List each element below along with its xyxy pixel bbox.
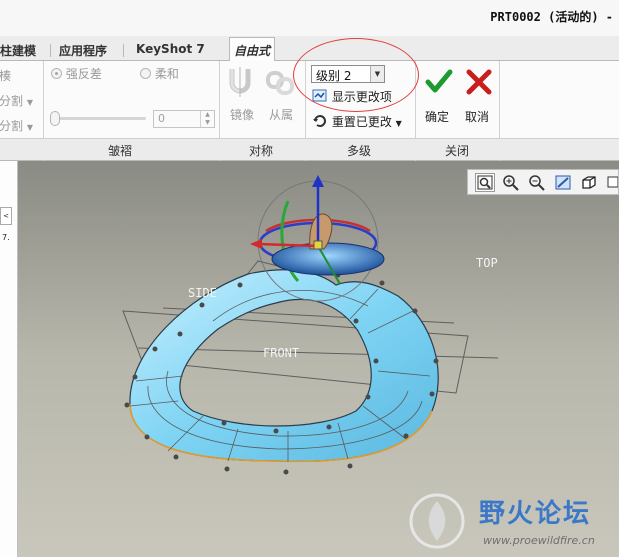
radio-strong-label: 强反差: [65, 67, 102, 81]
title-bar: PRT0002 (活动的) -: [0, 0, 619, 36]
tab-applications[interactable]: 应用程序: [55, 40, 111, 60]
display-style-icon: [582, 176, 596, 189]
reset-changes-icon: [313, 115, 326, 127]
zoom-fit-icon: [477, 175, 493, 190]
chevron-down-icon[interactable]: ▼: [370, 66, 384, 82]
multilevel-group-label: 多级: [347, 144, 372, 158]
crease-value: 0: [158, 112, 165, 125]
ring-surface[interactable]: [129, 269, 439, 462]
show-changes-label: 显示更改项: [331, 90, 392, 104]
crease-slider-track[interactable]: [56, 117, 146, 120]
panel-collapse-button[interactable]: <: [0, 207, 12, 225]
ribbon-tabs: 柱建模 应用程序 KeyShot 7 自由式: [0, 36, 619, 62]
repaint-button[interactable]: [553, 173, 573, 192]
ribbon: 楱 分割 ▼ 分割 ▼ 强反差 柔和 0 ▲ ▼ 镜像 从属 级别 2 ▼ 显示…: [0, 61, 619, 161]
radio-soft-label: 柔和: [154, 67, 179, 81]
mirror-button[interactable]: 镜像: [226, 65, 258, 129]
checkmark-icon: [425, 69, 453, 93]
radio-empty-icon: [140, 68, 151, 79]
attach-button[interactable]: 从属: [264, 65, 300, 129]
tab-model[interactable]: 柱建模: [0, 40, 40, 60]
model-tree-panel: < 7.: [0, 161, 18, 557]
crease-partial-item[interactable]: 楱: [0, 67, 11, 84]
split-item-1-label: 分割: [0, 94, 24, 108]
zoom-out-button[interactable]: [527, 173, 547, 192]
crease-slider-thumb[interactable]: [50, 111, 60, 126]
window-title: PRT0002 (活动的) -: [490, 10, 613, 24]
crease-value-spinner[interactable]: 0 ▲ ▼: [153, 110, 215, 128]
radio-strong-contrast[interactable]: 强反差: [51, 65, 102, 82]
show-changes-icon: [312, 89, 327, 102]
zoom-fit-button[interactable]: [475, 173, 495, 192]
reset-changes-label: 重置已更改: [331, 115, 392, 129]
radio-soft[interactable]: 柔和: [140, 65, 179, 82]
zoom-out-icon: [529, 175, 545, 191]
dragger-center-handle[interactable]: [313, 240, 323, 250]
tab-separator: [123, 44, 124, 57]
plane-label-side: SIDE: [188, 286, 217, 300]
spinner-arrows-icon[interactable]: ▲ ▼: [200, 111, 214, 127]
watermark-title: 野火论坛: [479, 499, 592, 529]
watermark: 野火论坛 www.proewildfire.cn: [407, 489, 619, 557]
cancel-button[interactable]: 取消: [460, 67, 498, 131]
chevron-down-icon[interactable]: ▼: [396, 119, 402, 128]
repaint-icon: [555, 175, 571, 190]
panel-fragment: 7.: [2, 233, 10, 242]
chevron-down-icon: ▼: [26, 98, 33, 107]
reset-changes-button[interactable]: 重置已更改 ▼: [312, 113, 402, 130]
freestyle-ring[interactable]: [124, 269, 439, 475]
radio-selected-icon: [51, 68, 62, 79]
plane-label-front: FRONT: [263, 346, 299, 360]
selected-region[interactable]: [271, 242, 385, 276]
tab-freestyle[interactable]: 自由式: [229, 37, 276, 62]
cancel-label: 取消: [465, 110, 490, 124]
mirror-label: 镜像: [230, 108, 255, 122]
ok-label: 确定: [425, 110, 450, 124]
collapse-chevron-icon: <: [3, 212, 9, 220]
view-toolbar: [467, 169, 619, 195]
watermark-logo-icon: [409, 493, 465, 549]
plane-label-top: TOP: [476, 256, 498, 270]
split-item-1[interactable]: 分割 ▼: [0, 92, 33, 109]
split-item-2[interactable]: 分割 ▼: [0, 117, 33, 134]
close-icon: [466, 69, 492, 95]
display-style-button[interactable]: [579, 173, 599, 192]
level-value: 级别 2: [316, 69, 352, 83]
axis-x-arrow-icon: [250, 239, 262, 249]
chevron-down-icon: ▼: [26, 123, 33, 132]
zoom-in-icon: [503, 175, 519, 191]
symmetry-group-label: 对称: [249, 144, 274, 158]
close-group-label: 关闭: [445, 144, 470, 158]
attach-icon: [266, 71, 294, 95]
group-labels: 皱褶 对称 多级 关闭: [0, 138, 619, 160]
ok-button[interactable]: 确定: [420, 67, 458, 131]
zoom-in-button[interactable]: [501, 173, 521, 192]
level-dropdown[interactable]: 级别 2 ▼: [311, 65, 385, 83]
tab-keyshot[interactable]: KeyShot 7: [132, 40, 209, 60]
watermark-url: www.proewildfire.cn: [483, 534, 595, 547]
mirror-icon: [229, 67, 251, 97]
saved-views-icon: [607, 176, 619, 188]
crease-group-label: 皱褶: [108, 144, 133, 158]
attach-label: 从属: [269, 108, 294, 122]
show-changes-button[interactable]: 显示更改项: [312, 88, 392, 105]
saved-views-button[interactable]: [605, 173, 619, 192]
graphics-viewport[interactable]: TOP SIDE FRONT 野火论坛 www.proewildfire.cn: [18, 161, 619, 557]
tab-separator: [50, 44, 51, 57]
split-item-2-label: 分割: [0, 119, 24, 133]
